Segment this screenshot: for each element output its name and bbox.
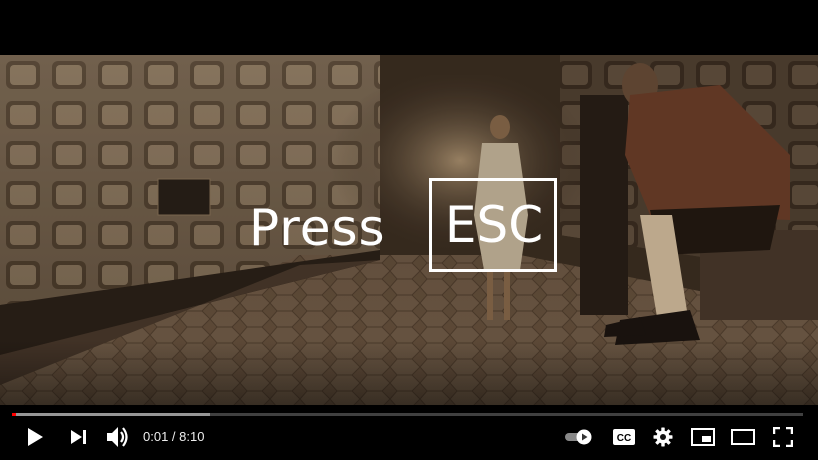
video-player[interactable]: Press ESC 0:01 / 8:10 CC [0, 0, 818, 460]
autoplay-toggle[interactable] [562, 424, 596, 450]
next-icon [71, 430, 86, 444]
svg-text:CC: CC [617, 433, 631, 444]
subtitles-cc-icon: CC [613, 429, 635, 445]
settings-gear-icon [653, 427, 673, 447]
time-display: 0:01 / 8:10 [143, 429, 204, 444]
esc-box: ESC [429, 178, 557, 272]
time-separator: / [168, 429, 180, 444]
autoplay-toggle-icon [565, 429, 592, 445]
volume-icon [107, 427, 128, 447]
settings-button[interactable] [650, 424, 676, 450]
press-text: Press [249, 199, 386, 257]
miniplayer-icon [691, 428, 715, 446]
fullscreen-icon [773, 427, 793, 447]
duration: 8:10 [179, 429, 205, 444]
subtitles-button[interactable]: CC [611, 424, 637, 450]
play-icon [28, 428, 43, 446]
progress-loaded [12, 413, 210, 416]
theater-mode-icon [731, 429, 755, 445]
play-button[interactable] [22, 424, 48, 450]
current-time: 0:01 [143, 429, 169, 444]
volume-button[interactable] [104, 424, 132, 450]
progress-bar[interactable] [12, 413, 803, 416]
miniplayer-button[interactable] [689, 424, 717, 450]
progress-played [12, 413, 16, 416]
esc-text: ESC [444, 196, 544, 254]
theater-mode-button[interactable] [729, 424, 757, 450]
fullscreen-button[interactable] [770, 424, 796, 450]
next-button[interactable] [66, 424, 92, 450]
press-esc-overlay: Press ESC [249, 178, 569, 276]
